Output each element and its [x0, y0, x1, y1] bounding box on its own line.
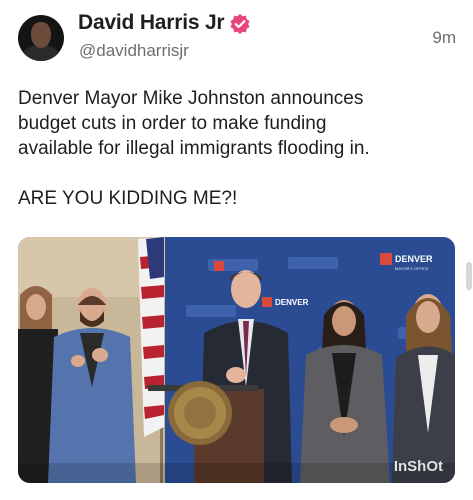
denver-logo-sub: MAYOR'S OFFICE	[395, 266, 429, 271]
video-watermark: InShOt	[393, 458, 443, 475]
denver-logo-text: DENVER	[395, 254, 433, 264]
avatar-face	[31, 22, 51, 48]
author-handle[interactable]: @davidharrisjr	[79, 41, 189, 61]
denver-logo-center-text: DENVER	[275, 298, 309, 307]
post-body: Denver Mayor Mike Johnston announces bud…	[18, 86, 458, 211]
avatar[interactable]	[18, 15, 64, 61]
post-text-line: Denver Mayor Mike Johnston announces	[18, 88, 364, 109]
post-text-line: available for illegal immigrants floodin…	[18, 138, 370, 159]
denver-logo-left	[214, 261, 224, 271]
author-display-name[interactable]: David Harris Jr	[78, 11, 225, 35]
denver-logo-center: DENVER	[262, 297, 309, 307]
post-timestamp: 9m	[432, 28, 456, 47]
post-text-exclaim: ARE YOU KIDDING ME?!	[18, 188, 238, 209]
verified-badge-icon	[230, 14, 250, 34]
video-thumbnail[interactable]: DENVER MAYOR'S OFFICE DENVER InShOt	[18, 237, 455, 483]
scrollbar-thumb[interactable]	[466, 262, 472, 290]
post-card: David Harris Jr @davidharrisjr 9m Denver…	[0, 0, 473, 500]
video-frame: DENVER MAYOR'S OFFICE DENVER	[18, 237, 455, 483]
video-bottom-shade	[18, 463, 455, 483]
post-text-line: budget cuts in order to make funding	[18, 113, 327, 134]
